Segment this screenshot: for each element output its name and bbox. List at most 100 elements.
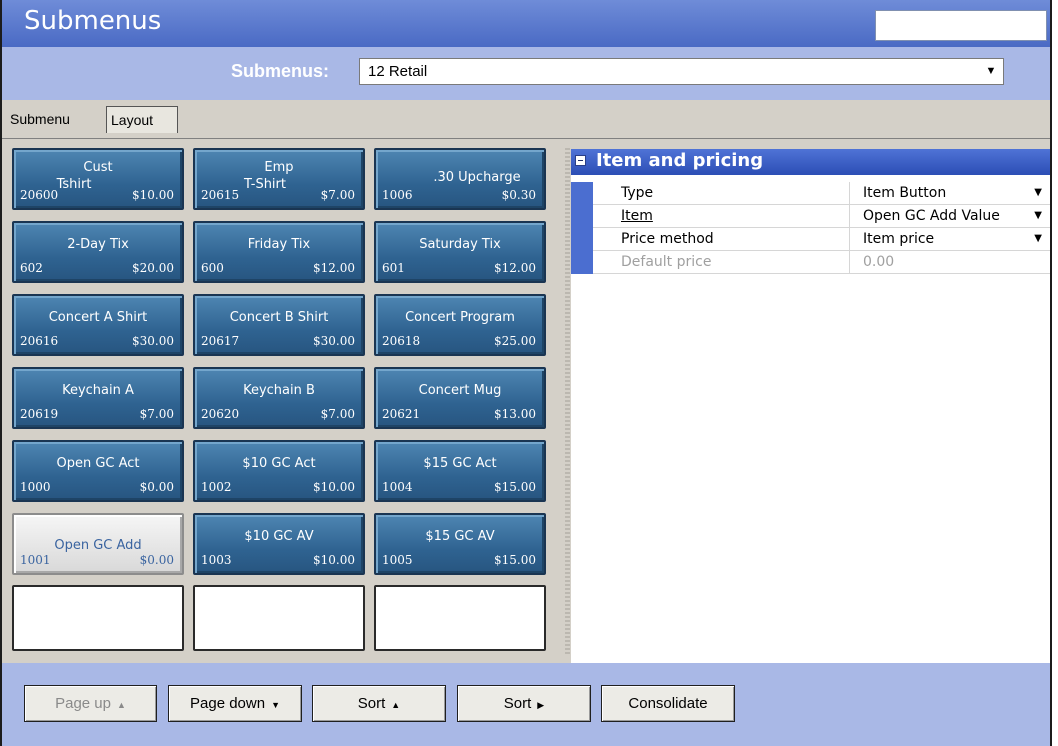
menu-button-number: 20616 [20,334,59,348]
tab-layout[interactable]: Layout [106,106,178,133]
menu-button[interactable]: Friday Tix 600 $12.00 [193,221,365,283]
menu-button-label: Saturday Tix [419,237,501,252]
menu-button[interactable]: Saturday Tix 601 $12.00 [374,221,546,283]
menu-button-price: $7.00 [139,407,174,421]
menu-button-price: $25.00 [494,334,536,348]
menu-button-label: 2-Day Tix [67,237,129,252]
menu-button-price: $15.00 [494,553,536,567]
arrow-up-icon: ▲ [391,700,401,710]
divider [571,174,1050,175]
property-value-dropdown[interactable]: Item price ▼ [851,228,1050,250]
menu-button-number: 20618 [382,334,421,348]
menu-button[interactable]: $15 GC AV 1005 $15.00 [374,513,546,575]
layout-content: Cust Tshirt 20600 $10.00 Emp T-Shirt 206… [2,139,1050,663]
menu-button-number: 1005 [382,553,413,567]
property-row-item[interactable]: Item Open GC Add Value ▼ [571,205,1050,228]
menu-button-price: $30.00 [132,334,174,348]
menu-button-label: Friday Tix [247,237,311,252]
page-down-button[interactable]: Page down ▼ [168,685,302,722]
chevron-down-icon[interactable]: ▼ [1034,228,1042,250]
row-gutter [571,251,593,274]
menu-button[interactable]: Keychain B 20620 $7.00 [193,367,365,429]
menu-button-number: 602 [20,261,43,275]
title-search-input[interactable] [875,10,1047,41]
menu-button[interactable]: $10 GC AV 1003 $10.00 [193,513,365,575]
property-value-dropdown[interactable]: Open GC Add Value ▼ [851,205,1050,227]
menu-button-price: $15.00 [494,480,536,494]
property-name: Default price [593,251,850,273]
property-row-type[interactable]: Type Item Button ▼ [571,182,1050,205]
menu-button-price: $0.00 [139,553,174,567]
menu-button-label: $10 GC Act [242,456,316,471]
row-gutter [571,228,593,251]
menu-button-number: 600 [201,261,224,275]
menu-button-label: $15 GC AV [425,529,495,544]
page-up-button[interactable]: Page up ▲ [24,685,157,722]
empty-button-slot[interactable] [193,585,365,651]
menu-button-price: $12.00 [313,261,355,275]
property-group-title: Item and pricing [596,150,764,171]
consolidate-button[interactable]: Consolidate [601,685,735,722]
menu-button-number: 20600 [20,188,59,202]
menu-button-label: Concert B Shirt [229,310,329,325]
menu-button-label: Emp [264,160,294,175]
menu-button-number: 1001 [20,553,51,567]
menu-button-price: $7.00 [320,188,355,202]
property-row-price-method[interactable]: Price method Item price ▼ [571,228,1050,251]
arrow-right-icon: ▶ [537,700,545,710]
menu-button-label: Keychain A [62,383,134,398]
tab-submenu[interactable]: Submenu [6,106,102,133]
empty-button-slot[interactable] [12,585,184,651]
menu-button-price: $0.00 [139,480,174,494]
menu-button[interactable]: Concert B Shirt 20617 $30.00 [193,294,365,356]
chevron-down-icon[interactable]: ▼ [1034,205,1042,227]
menu-button-number: 1004 [382,480,413,494]
property-value-dropdown[interactable]: Item Button ▼ [851,182,1050,204]
property-name: Price method [593,228,850,250]
menu-button-price: $10.00 [313,553,355,567]
property-row-default-price: Default price 0.00 [571,251,1050,274]
menu-button[interactable]: Concert Mug 20621 $13.00 [374,367,546,429]
property-group-header[interactable]: Item and pricing [571,149,1050,174]
sort-up-button[interactable]: Sort ▲ [312,685,446,722]
menu-button[interactable]: Keychain A 20619 $7.00 [12,367,184,429]
sort-right-button[interactable]: Sort ▶ [457,685,591,722]
menu-button-price: $20.00 [132,261,174,275]
submenu-dropdown[interactable]: 12 Retail ▼ [359,58,1004,85]
menu-button-number: 601 [382,261,405,275]
submenus-label: Submenus: [231,61,330,81]
menu-button-price: $30.00 [313,334,355,348]
empty-button-slot[interactable] [374,585,546,651]
submenu-selector-bar: Submenus: 12 Retail ▼ [2,47,1050,100]
row-gutter [571,205,593,228]
menu-button[interactable]: 2-Day Tix 602 $20.00 [12,221,184,283]
panel-splitter[interactable] [565,148,570,656]
menu-button-number: 1003 [201,553,232,567]
bottom-toolbar: Page up ▲ Page down ▼ Sort ▲ Sort ▶ Consolid… [2,663,1050,746]
menu-button-price: $13.00 [494,407,536,421]
menu-button[interactable]: .30 Upcharge 1006 $0.30 [374,148,546,210]
title-bar: Submenus [2,0,1050,47]
menu-button-number: 20620 [201,407,240,421]
menu-button-number: 20619 [20,407,59,421]
menu-button-selected[interactable]: Open GC Add 1001 $0.00 [12,513,184,575]
menu-button[interactable]: Open GC Act 1000 $0.00 [12,440,184,502]
menu-button[interactable]: Concert Program 20618 $25.00 [374,294,546,356]
property-name-link[interactable]: Item [593,205,850,227]
menu-button-number: 20615 [201,188,240,202]
chevron-down-icon[interactable]: ▼ [1034,182,1042,204]
menu-button-label: $15 GC Act [423,456,497,471]
menu-button[interactable]: Emp T-Shirt 20615 $7.00 [193,148,365,210]
menu-button-number: 1000 [20,480,51,494]
menu-button[interactable]: Cust Tshirt 20600 $10.00 [12,148,184,210]
menu-button[interactable]: Concert A Shirt 20616 $30.00 [12,294,184,356]
menu-button[interactable]: $15 GC Act 1004 $15.00 [374,440,546,502]
menu-button[interactable]: $10 GC Act 1002 $10.00 [193,440,365,502]
menu-button-price: $12.00 [494,261,536,275]
menu-button-label: $10 GC AV [244,529,314,544]
window-title: Submenus [24,6,162,36]
chevron-down-icon[interactable]: ▼ [981,61,1001,82]
menu-button-price: $10.00 [132,188,174,202]
collapse-icon[interactable] [575,155,586,166]
row-gutter [571,182,593,205]
